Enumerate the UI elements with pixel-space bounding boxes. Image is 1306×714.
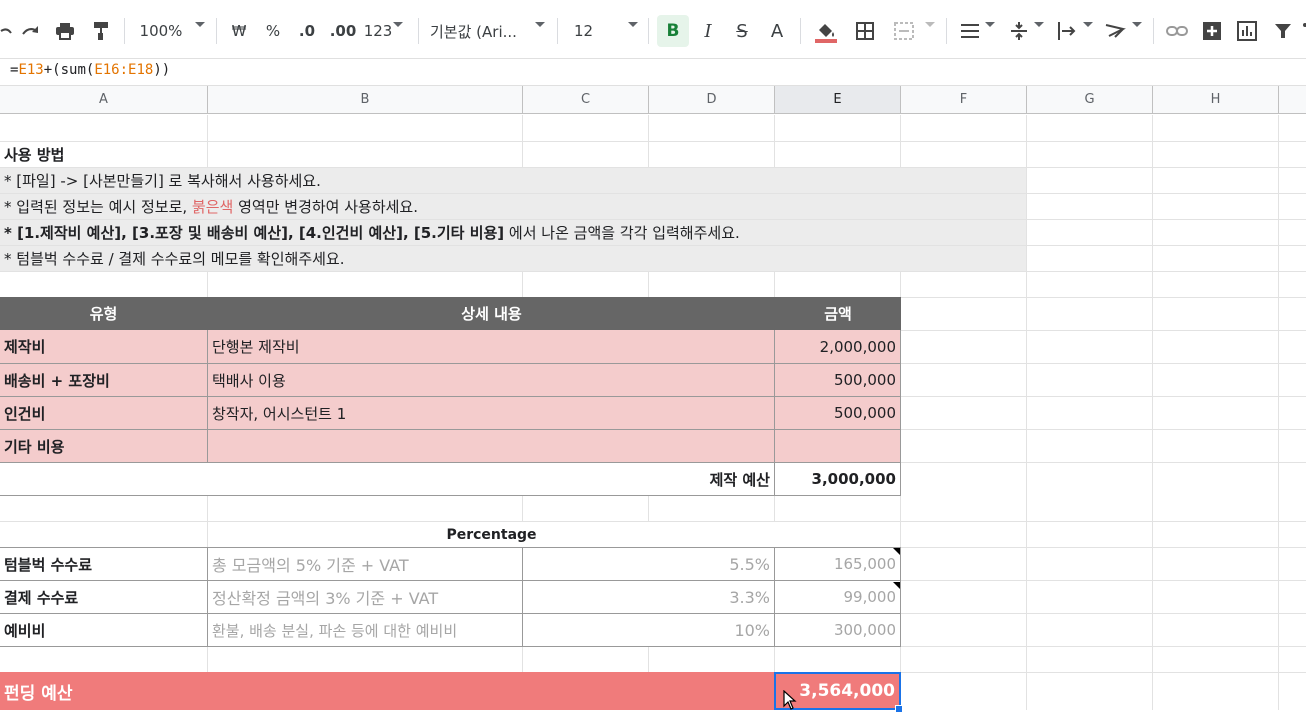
increase-decimal-button[interactable]: .00 [328,15,358,47]
fee-amount-2[interactable]: 99,000 [775,581,901,614]
fee-amount-3[interactable]: 300,000 [775,614,901,647]
zoom-select[interactable]: 100% [136,15,186,47]
instruction-line-2-end: 영역만 변경하여 사용하세요. [233,198,419,216]
formula-middle: +(sum( [43,62,95,78]
budget-detail-1[interactable]: 단행본 제작비 [208,330,775,364]
more-icon[interactable] [1300,15,1306,47]
undo-icon[interactable] [0,15,12,47]
budget-type-4[interactable]: 기타 비용 [0,430,208,463]
instruction-line-2: * 입력된 정보는 예시 정보로, 붉은색 영역만 변경하여 사용하세요. [0,194,1026,219]
strikethrough-button[interactable]: S [730,15,754,47]
link-icon[interactable] [1164,15,1190,47]
budget-amount-4[interactable] [775,430,901,463]
formula-suffix: )) [153,62,171,78]
merge-cells-icon[interactable] [890,15,918,47]
instruction-line-1: * [파일] -> [사본만들기] 로 복사해서 사용하세요. [0,168,1026,193]
mouse-cursor-icon [783,689,797,714]
insert-chart-icon[interactable] [1234,15,1260,47]
budget-amount-2[interactable]: 500,000 [775,364,901,397]
borders-icon[interactable] [852,15,878,47]
fee-detail-2[interactable]: 정산확정 금액의 3% 기준 + VAT [208,581,523,614]
formula-ref-1: E13 [18,62,44,78]
column-header-c[interactable]: C [523,86,649,114]
instructions-title: 사용 방법 [4,146,65,164]
column-header-a[interactable]: A [0,86,208,114]
font-family-select[interactable]: 기본값 (Ari... [430,15,526,47]
production-budget-value[interactable]: 3,000,000 [775,463,901,496]
instruction-line-3: * [1.제작비 예산], [3.포장 및 배송비 예산], [4.인건비 예산… [0,220,1026,245]
column-header-b[interactable]: B [208,86,523,114]
instruction-line-3-bold: * [1.제작비 예산], [3.포장 및 배송비 예산], [4.인건비 예산… [4,224,505,242]
budget-detail-3[interactable]: 창작자, 어시스턴트 1 [208,397,775,430]
align-horizontal-dropdown-icon[interactable] [985,22,995,27]
budget-detail-4[interactable] [208,430,775,463]
instruction-line-3-rest: 에서 나온 금액을 각각 입력해주세요. [504,224,740,242]
fee-percent-3[interactable]: 10% [523,614,775,647]
column-header-f[interactable]: F [901,86,1027,114]
column-header-g[interactable]: G [1027,86,1153,114]
merge-dropdown-icon[interactable] [925,22,935,27]
instruction-line-4: * 텀블벅 수수료 / 결제 수수료의 메모를 확인해주세요. [0,246,1026,271]
fee-type-2[interactable]: 결제 수수료 [0,581,208,614]
fee-percent-2[interactable]: 3.3% [523,581,775,614]
budget-type-1[interactable]: 제작비 [0,330,208,364]
column-header-e[interactable]: E [775,86,901,114]
font-dropdown-icon[interactable] [535,22,545,27]
budget-header-amount: 금액 [775,297,901,330]
more-formats-button[interactable]: 123 [364,15,393,47]
filter-icon[interactable] [1270,15,1296,47]
decrease-decimal-button[interactable]: .0 [294,15,320,47]
font-size-select[interactable]: 12 [574,15,604,47]
fill-handle[interactable] [895,705,903,713]
bold-button[interactable]: B [657,15,689,47]
formula-bar[interactable]: =E13+(sum(E16:E18)) [0,58,1306,86]
column-header-d[interactable]: D [649,86,775,114]
text-wrap-icon[interactable] [1054,15,1080,47]
text-color-button[interactable]: A [765,15,789,47]
italic-button[interactable]: I [696,15,720,47]
column-header-i[interactable] [1279,86,1306,114]
budget-detail-2[interactable]: 택배사 이용 [208,364,775,397]
align-vertical-dropdown-icon[interactable] [1034,22,1044,27]
print-icon[interactable] [52,15,78,47]
budget-type-2[interactable]: 배송비 + 포장비 [0,364,208,397]
more-formats-dropdown-icon[interactable] [393,22,403,27]
percentage-header: Percentage [208,522,775,547]
instruction-line-2-start: * 입력된 정보는 예시 정보로, [4,198,192,216]
text-wrap-dropdown-icon[interactable] [1083,22,1093,27]
budget-header-type: 유형 [0,297,208,330]
font-size-dropdown-icon[interactable] [628,22,638,27]
sheet-grid[interactable]: 사용 방법 * [파일] -> [사본만들기] 로 복사해서 사용하세요. * … [0,115,1306,713]
text-rotation-icon[interactable] [1102,15,1128,47]
align-horizontal-icon[interactable] [958,15,982,47]
funding-budget-label: 펀딩 예산 [0,672,775,710]
percent-format-button[interactable]: % [262,15,284,47]
production-budget-label: 제작 예산 [0,463,775,496]
comment-indicator-icon[interactable] [893,548,900,555]
budget-amount-1[interactable]: 2,000,000 [775,330,901,364]
fee-type-1[interactable]: 텀블벅 수수료 [0,547,208,581]
redo-icon[interactable] [18,15,44,47]
insert-comment-icon[interactable] [1199,15,1225,47]
budget-type-3[interactable]: 인건비 [0,397,208,430]
text-rotation-dropdown-icon[interactable] [1132,22,1142,27]
column-header-h[interactable]: H [1153,86,1279,114]
fee-type-3[interactable]: 예비비 [0,614,208,647]
fill-color-icon[interactable] [812,15,840,47]
fee-detail-1[interactable]: 총 모금액의 5% 기준 + VAT [208,547,523,581]
align-vertical-icon[interactable] [1007,15,1031,47]
formula-ref-2: E16:E18 [94,62,154,78]
comment-indicator-icon[interactable] [893,582,900,589]
paint-format-icon[interactable] [88,15,114,47]
budget-amount-3[interactable]: 500,000 [775,397,901,430]
fee-amount-1[interactable]: 165,000 [775,547,901,581]
toolbar: 100% ₩ % .0 .00 123 기본값 (Ari... 12 B I S… [0,0,1306,59]
fee-detail-3[interactable]: 환불, 배송 분실, 파손 등에 대한 예비비 [208,614,523,647]
currency-format-button[interactable]: ₩ [228,15,250,47]
zoom-dropdown-icon[interactable] [195,22,205,27]
budget-header-detail: 상세 내용 [208,297,775,330]
fee-percent-1[interactable]: 5.5% [523,547,775,581]
instruction-line-2-red: 붉은색 [191,198,234,216]
